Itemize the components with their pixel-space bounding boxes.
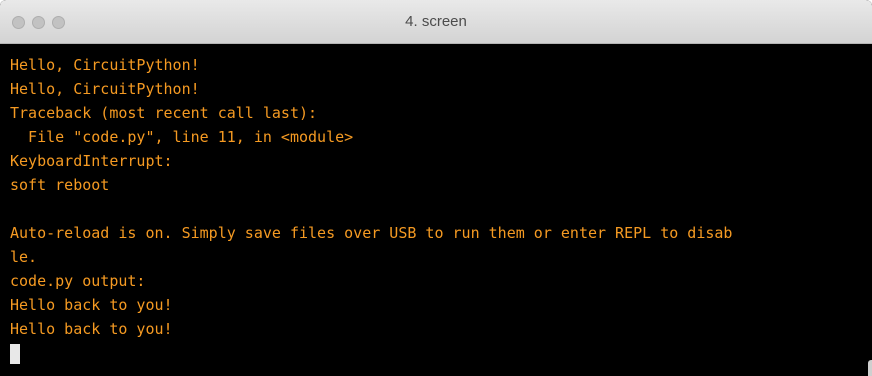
title-bar[interactable]: 4. screen: [0, 0, 872, 44]
terminal-line: Auto-reload is on. Simply save files ove…: [10, 224, 733, 242]
window-title: 4. screen: [405, 13, 467, 30]
cursor-line: [10, 341, 732, 365]
terminal-output-area[interactable]: Hello, CircuitPython! Hello, CircuitPyth…: [0, 44, 872, 376]
terminal-line: le.: [10, 248, 38, 266]
terminal-line: Hello back to you!: [10, 320, 173, 338]
terminal-line: File "code.py", line 11, in <module>: [10, 128, 354, 146]
text-cursor: [10, 343, 20, 364]
terminal-lines: Hello, CircuitPython! Hello, CircuitPyth…: [10, 53, 732, 365]
terminal-line: KeyboardInterrupt:: [10, 152, 173, 170]
scrollbar-thumb[interactable]: [868, 360, 872, 376]
terminal-line: Traceback (most recent call last):: [10, 104, 318, 122]
terminal-window: 4. screen Hello, CircuitPython! Hello, C…: [0, 0, 872, 376]
terminal-line: soft reboot: [10, 176, 110, 194]
terminal-line: Hello, CircuitPython!: [10, 56, 200, 74]
terminal-line: Hello, CircuitPython!: [10, 80, 200, 98]
terminal-line: Hello back to you!: [10, 296, 173, 314]
terminal-line: code.py output:: [10, 272, 146, 290]
